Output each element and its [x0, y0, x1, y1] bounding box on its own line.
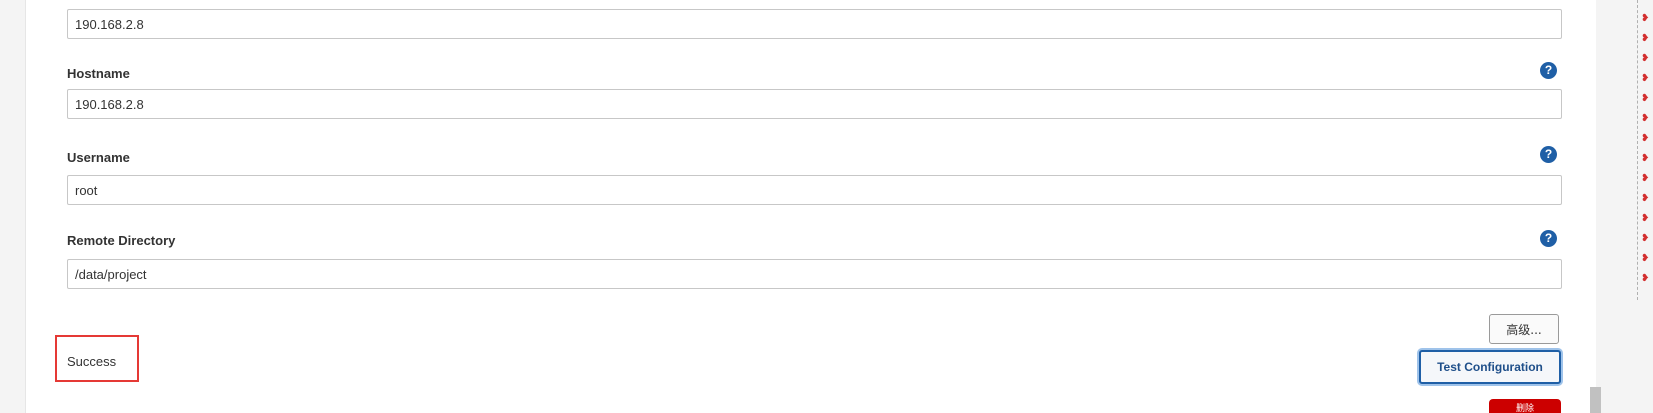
mark-icon: ❥ — [1641, 13, 1650, 24]
remote-directory-label: Remote Directory — [67, 233, 176, 248]
mark-icon: ❥ — [1641, 253, 1650, 264]
page: Hostname ? Username ? Remote Directory ?… — [0, 0, 1653, 413]
username-help-icon[interactable]: ? — [1540, 146, 1557, 163]
mark-icon: ❥ — [1641, 53, 1650, 64]
mark-icon: ❥ — [1641, 213, 1650, 224]
advanced-button[interactable]: 高级... — [1489, 314, 1559, 344]
mark-icon: ❥ — [1641, 93, 1650, 104]
ip-field[interactable] — [67, 9, 1562, 39]
scrollbar-thumb[interactable] — [1590, 387, 1601, 413]
mark-icon: ❥ — [1641, 73, 1650, 84]
hostname-field[interactable] — [67, 89, 1562, 119]
hostname-label: Hostname — [67, 66, 130, 81]
username-field[interactable] — [67, 175, 1562, 205]
mark-icon: ❥ — [1641, 153, 1650, 164]
mark-icon: ❥ — [1641, 133, 1650, 144]
test-configuration-button[interactable]: Test Configuration — [1419, 350, 1561, 384]
delete-button[interactable]: 删除 — [1489, 399, 1561, 413]
username-label: Username — [67, 150, 130, 165]
mark-icon: ❥ — [1641, 273, 1650, 284]
remote-directory-help-icon[interactable]: ? — [1540, 230, 1557, 247]
remote-directory-field[interactable] — [67, 259, 1562, 289]
mark-icon: ❥ — [1641, 33, 1650, 44]
mark-icon: ❥ — [1641, 233, 1650, 244]
mark-icon: ❥ — [1641, 113, 1650, 124]
mark-icon: ❥ — [1641, 193, 1650, 204]
status-message: Success — [67, 354, 117, 369]
hostname-help-icon[interactable]: ? — [1540, 62, 1557, 79]
config-panel — [25, 0, 1596, 413]
mark-icon: ❥ — [1641, 173, 1650, 184]
side-mark-strip: ❥ ❥ ❥ ❥ ❥ ❥ ❥ ❥ ❥ ❥ ❥ ❥ ❥ ❥ — [1637, 0, 1653, 300]
